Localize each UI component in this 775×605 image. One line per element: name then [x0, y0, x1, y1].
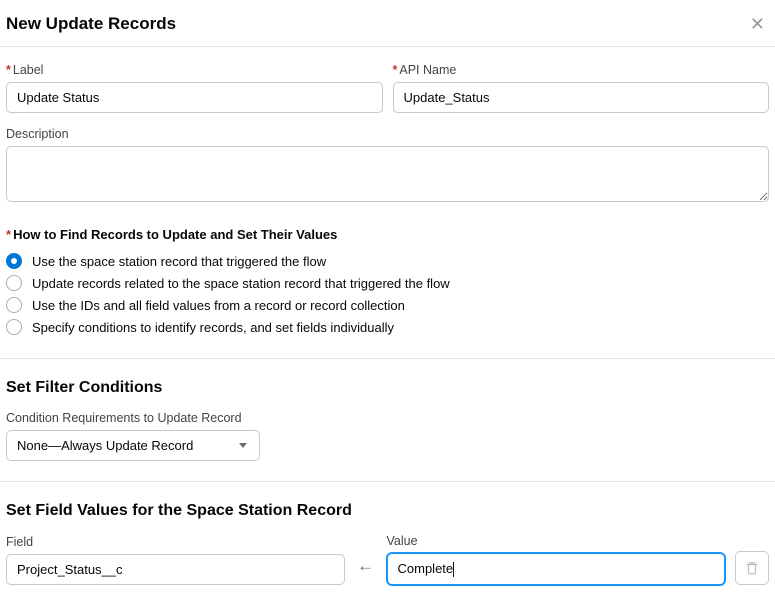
radio-option-specify-conditions[interactable] [6, 319, 22, 335]
radio-option-ids-collection[interactable] [6, 297, 22, 313]
condition-requirements-select[interactable]: None—Always Update Record [6, 430, 260, 461]
description-field-label: Description [6, 127, 769, 141]
label-input[interactable] [6, 82, 383, 113]
dialog-title: New Update Records [6, 14, 176, 34]
divider [0, 481, 775, 482]
radio-option-triggering-record[interactable] [6, 253, 22, 269]
radio-option-related-records[interactable] [6, 275, 22, 291]
description-textarea[interactable] [6, 146, 769, 202]
close-icon[interactable]: ✕ [750, 15, 769, 33]
delete-row-button[interactable] [735, 551, 769, 585]
api-name-field-label: API Name [393, 63, 770, 77]
radio-label: Update records related to the space stat… [32, 276, 450, 291]
divider [0, 46, 775, 47]
chevron-down-icon [239, 443, 247, 448]
condition-requirements-label: Condition Requirements to Update Record [6, 411, 769, 425]
text-cursor [453, 562, 454, 577]
arrow-left-icon: ← [355, 549, 377, 585]
divider [0, 358, 775, 359]
radio-label: Specify conditions to identify records, … [32, 320, 394, 335]
value-column-label: Value [387, 534, 726, 548]
field-column-label: Field [6, 535, 345, 549]
value-input[interactable]: Complete [387, 553, 726, 585]
how-to-find-heading: How to Find Records to Update and Set Th… [6, 227, 769, 242]
field-input[interactable] [6, 554, 345, 585]
api-name-input[interactable] [393, 82, 770, 113]
set-field-values-heading: Set Field Values for the Space Station R… [6, 502, 769, 520]
radio-label: Use the IDs and all field values from a … [32, 298, 405, 313]
trash-icon [745, 561, 759, 575]
filter-conditions-heading: Set Filter Conditions [6, 379, 769, 397]
value-input-text: Complete [398, 561, 454, 576]
label-field-label: Label [6, 63, 383, 77]
condition-requirements-value: None—Always Update Record [17, 438, 193, 453]
radio-label: Use the space station record that trigge… [32, 254, 326, 269]
